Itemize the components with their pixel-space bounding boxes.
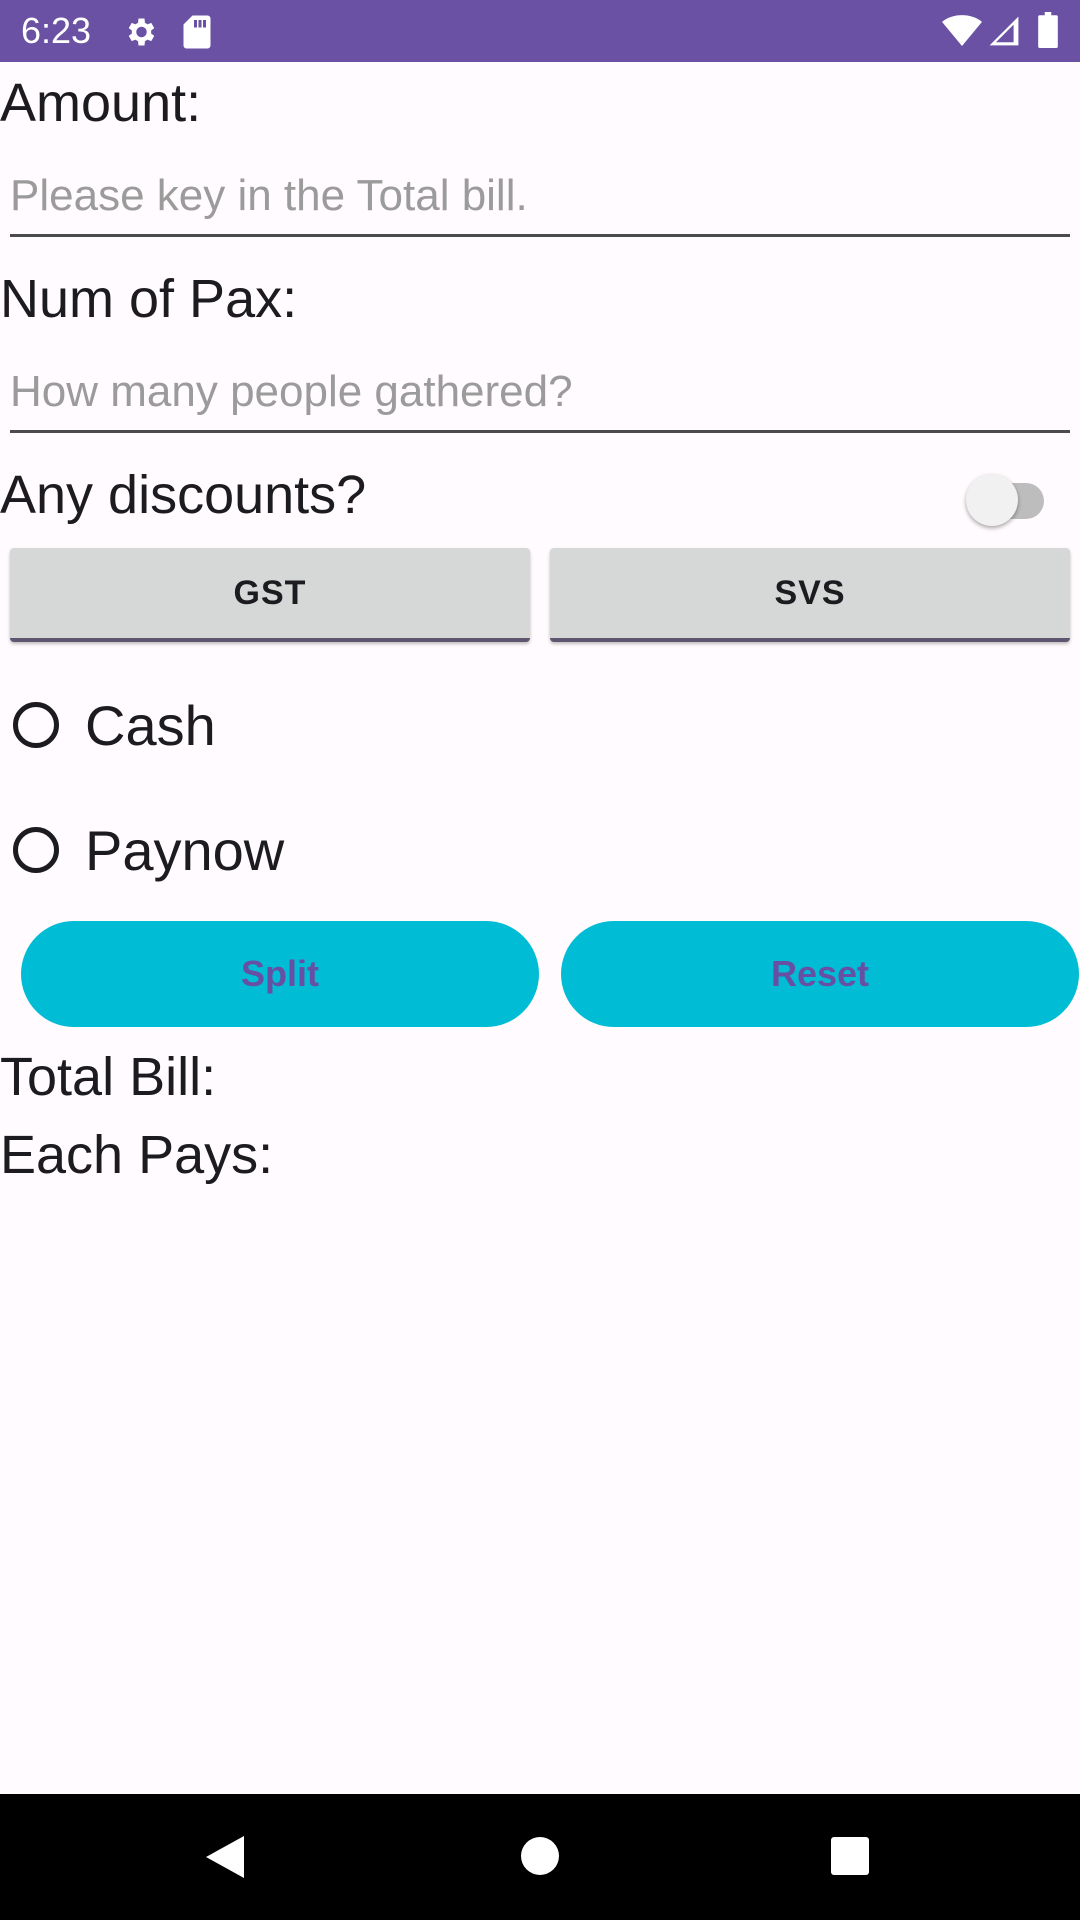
screen: 6:23 Amount: Num of Pax: Any discounts? … [0, 0, 1080, 1920]
total-bill-label: Total Bill: [0, 1047, 217, 1107]
discount-label: Any discounts? [0, 465, 367, 525]
pax-label: Num of Pax: [0, 269, 298, 329]
each-pays-label: Each Pays: [0, 1125, 274, 1185]
amount-label: Amount: [0, 73, 202, 133]
pax-input[interactable] [10, 353, 1070, 433]
split-button[interactable]: Split [21, 921, 539, 1027]
reset-button[interactable]: Reset [561, 921, 1079, 1027]
battery-icon [1038, 12, 1058, 48]
radio-button-icon[interactable] [13, 827, 59, 873]
gear-icon [128, 18, 155, 46]
radio-cash[interactable]: Cash [13, 680, 216, 770]
wifi-icon [942, 15, 982, 46]
radio-button-icon[interactable] [13, 702, 59, 748]
gst-button[interactable]: GST [10, 548, 530, 642]
sd-card-icon [183, 15, 211, 49]
svs-button[interactable]: SVS [550, 548, 1070, 642]
radio-paynow-label: Paynow [85, 818, 285, 882]
radio-paynow[interactable]: Paynow [13, 805, 284, 895]
status-bar: 6:23 [0, 0, 1080, 62]
recents-icon[interactable] [830, 1836, 870, 1876]
home-icon[interactable] [519, 1835, 561, 1877]
cell-signal-icon [989, 16, 1019, 46]
amount-input[interactable] [10, 157, 1070, 237]
discount-switch[interactable] [966, 470, 1052, 526]
switch-thumb [966, 474, 1018, 526]
navigation-bar [0, 1794, 1080, 1920]
back-icon[interactable] [204, 1834, 246, 1880]
status-time: 6:23 [21, 10, 92, 51]
radio-cash-label: Cash [85, 693, 216, 757]
